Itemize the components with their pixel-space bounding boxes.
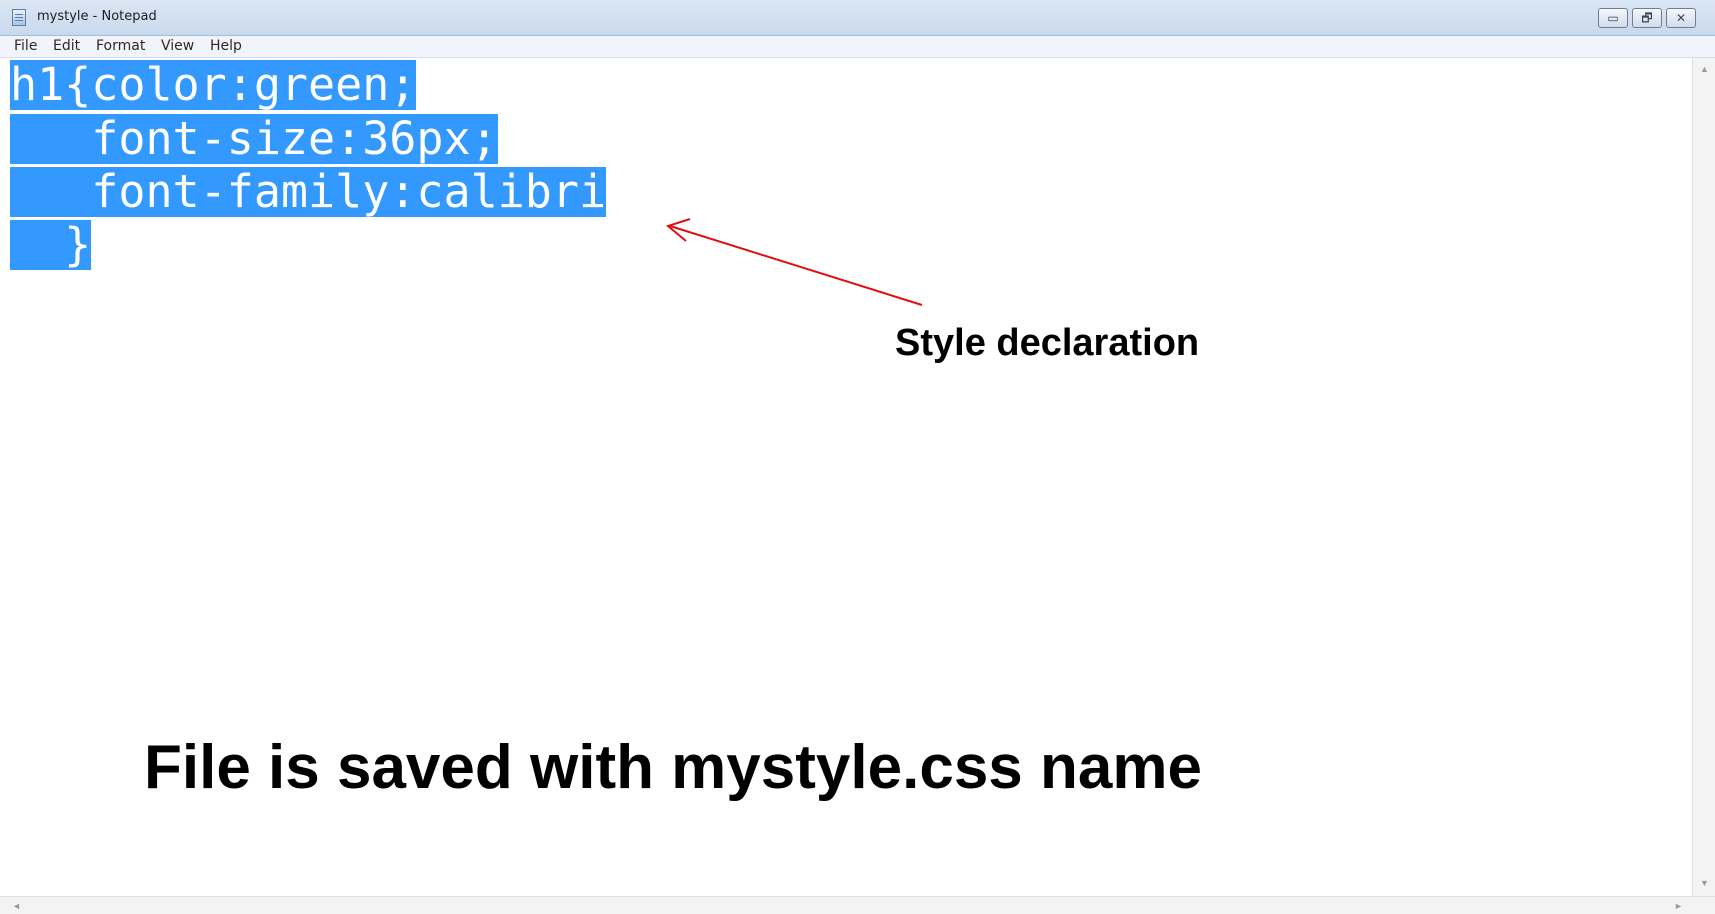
menu-help[interactable]: Help <box>210 38 242 54</box>
menu-view[interactable]: View <box>161 38 194 54</box>
scroll-down-icon[interactable]: ▼ <box>1700 878 1709 888</box>
window-title: mystyle - Notepad <box>37 9 157 24</box>
scroll-left-icon[interactable]: ◄ <box>12 901 21 911</box>
horizontal-scrollbar[interactable]: ◄ ► <box>0 896 1715 914</box>
vertical-scrollbar[interactable]: ▲ ▼ <box>1692 58 1715 896</box>
code-line-3: font-family:calibri <box>10 165 607 218</box>
scroll-up-icon[interactable]: ▲ <box>1700 64 1709 74</box>
menu-edit[interactable]: Edit <box>53 38 80 54</box>
minimize-button[interactable]: ▭ <box>1598 8 1628 28</box>
scroll-right-icon[interactable]: ► <box>1674 901 1683 911</box>
title-bar: mystyle - Notepad ▭ 🗗 ✕ <box>0 0 1715 36</box>
maximize-button[interactable]: 🗗 <box>1632 8 1662 28</box>
notepad-icon <box>12 9 26 26</box>
code-line-2: font-size:36px; <box>10 112 498 165</box>
menu-file[interactable]: File <box>14 38 37 54</box>
menu-format[interactable]: Format <box>96 38 145 54</box>
code-line-4: } <box>10 218 92 271</box>
annotation-caption: File is saved with mystyle.css name <box>144 733 1202 802</box>
code-line-1: h1{color:green; <box>10 58 417 111</box>
annotation-label: Style declaration <box>895 322 1200 364</box>
menu-bar: File Edit Format View Help <box>0 36 1715 58</box>
close-button[interactable]: ✕ <box>1666 8 1696 28</box>
